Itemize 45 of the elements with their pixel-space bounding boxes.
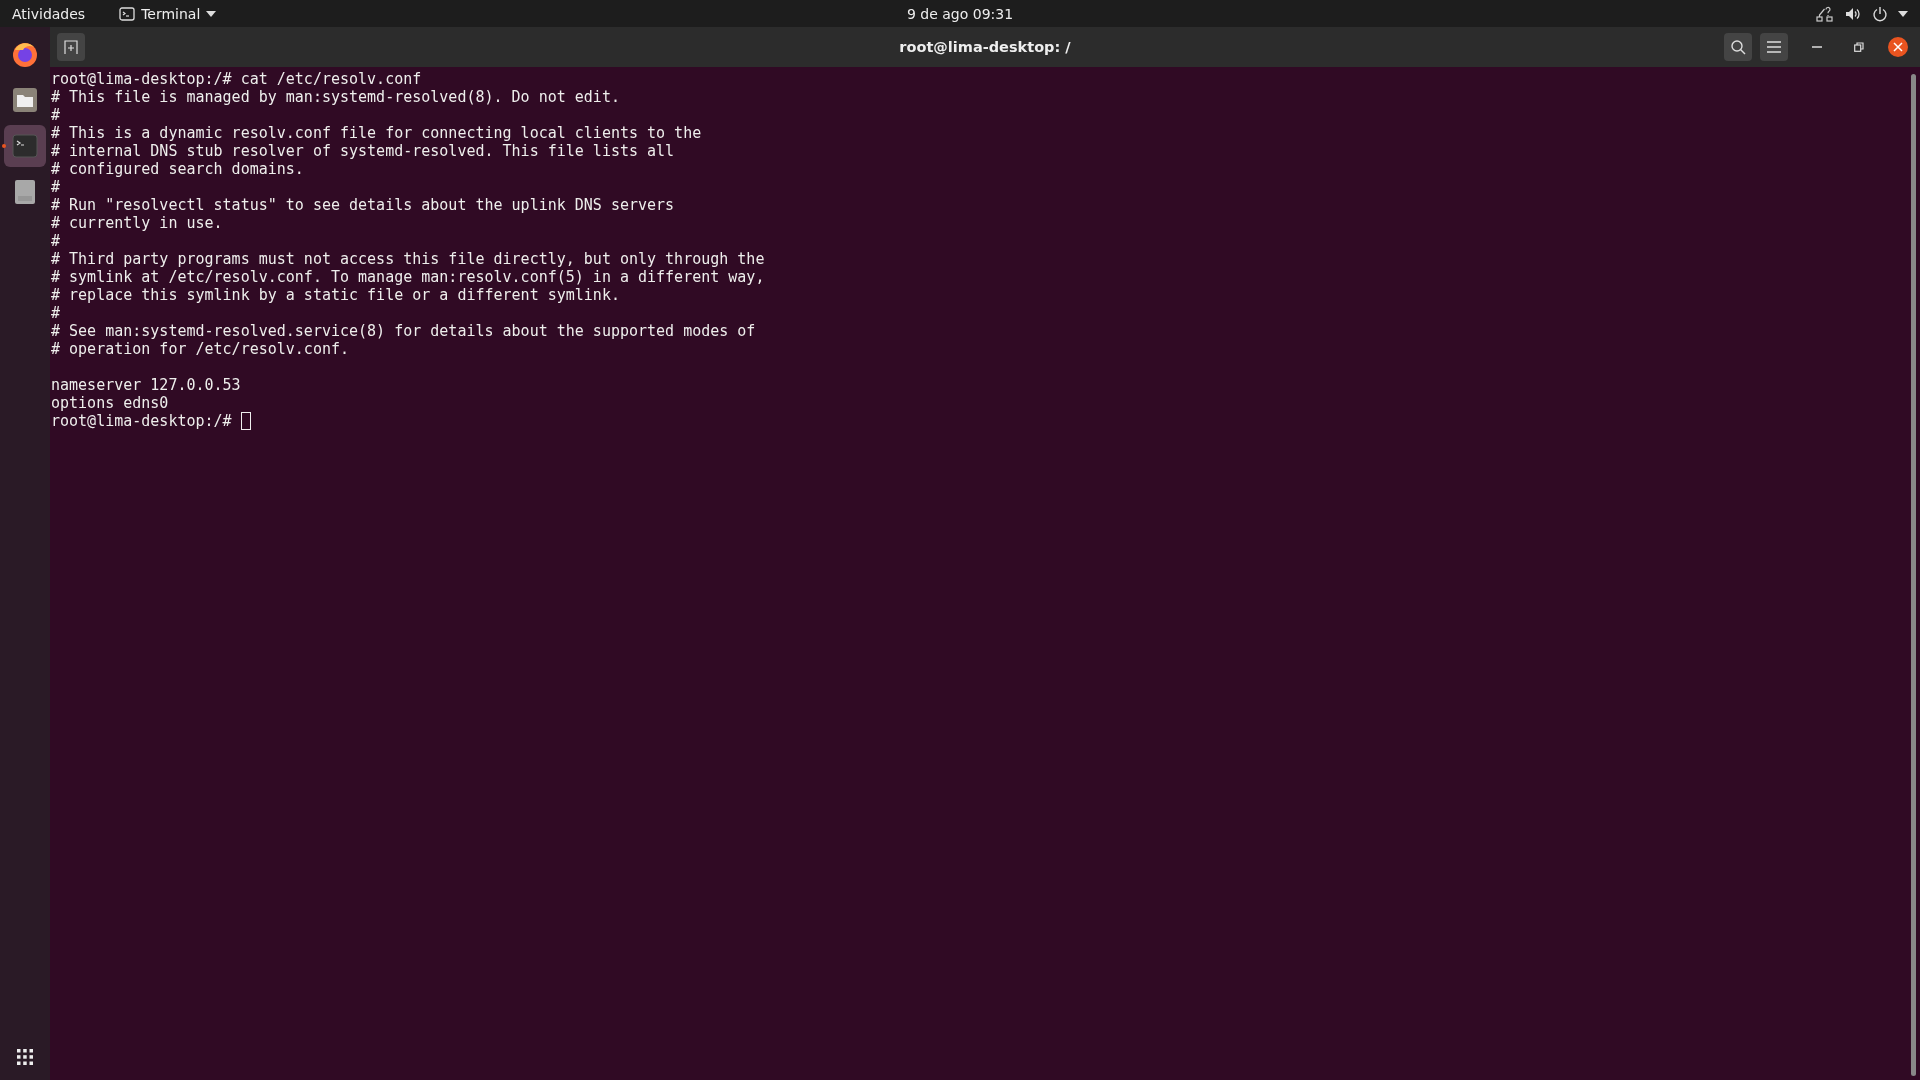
terminal-line: root@lima-desktop:/# cat /etc/resolv.conf	[51, 70, 423, 88]
terminal-line: # See man:systemd-resolved.service(8) for details about the supported modes of	[51, 322, 757, 340]
network-icon[interactable]	[1816, 4, 1834, 23]
terminal-line: # This is a dynamic resolv.conf file for connecting local clients to the	[51, 124, 703, 142]
terminal-line: # internal DNS stub resolver of systemd-resolved. This file lists all	[51, 142, 676, 160]
activities-button[interactable]: Atividades	[12, 5, 86, 22]
search-button[interactable]	[1724, 33, 1752, 61]
menu-button[interactable]	[1760, 33, 1788, 61]
app-menu[interactable]: Terminal	[119, 5, 217, 22]
new-tab-button[interactable]	[57, 33, 85, 61]
close-button[interactable]	[1888, 37, 1908, 57]
terminal-icon	[119, 6, 136, 21]
terminal-line: #	[51, 106, 62, 124]
fox-globe-icon	[11, 40, 39, 68]
caret-icon[interactable]	[1898, 10, 1908, 17]
terminal-line: #	[51, 304, 62, 322]
text-cursor	[240, 412, 251, 430]
terminal-line: # operation for /etc/resolv.conf.	[51, 340, 350, 358]
terminal-line: # configured search domains.	[51, 160, 305, 178]
scrollbar[interactable]	[1911, 74, 1916, 1076]
restore-icon	[1854, 42, 1864, 52]
terminal-line: #	[51, 178, 62, 196]
terminal-icon	[12, 134, 38, 158]
app-grid-icon[interactable]	[16, 1048, 34, 1066]
terminal-line: # currently in use.	[51, 214, 224, 232]
menu-icon	[1767, 41, 1781, 53]
close-icon	[1893, 42, 1903, 52]
terminal-line: # Run "resolvectl status" to see details about the uplink DNS servers	[51, 196, 676, 214]
terminal-line: nameserver 127.0.0.53	[51, 376, 242, 394]
caret-icon	[206, 10, 217, 17]
terminal-line: # Third party programs must not access this file directly, but only through the	[51, 250, 766, 268]
terminal-line: #	[51, 232, 62, 250]
terminal-prompt: root@lima-desktop:/#	[51, 412, 233, 430]
new-tab-icon	[63, 39, 79, 55]
terminal-line: # This file is managed by man:systemd-resolved(8). Do not edit.	[51, 88, 621, 106]
terminal-line: # symlink at /etc/resolv.conf. To manage man:resolv.conf(5) in a different way,	[51, 268, 766, 286]
terminal-line: # replace this symlink by a static file or a different symlink.	[51, 286, 621, 304]
window-title: root@lima-desktop: /	[899, 39, 1071, 55]
power-icon[interactable]	[1872, 5, 1888, 22]
drive-icon	[14, 179, 36, 205]
search-icon	[1730, 39, 1746, 55]
minimize-icon	[1812, 46, 1822, 48]
clock[interactable]: 9 de ago 09:31	[906, 5, 1014, 22]
folder-icon	[12, 87, 38, 113]
terminal-line: options edns0	[51, 394, 170, 412]
